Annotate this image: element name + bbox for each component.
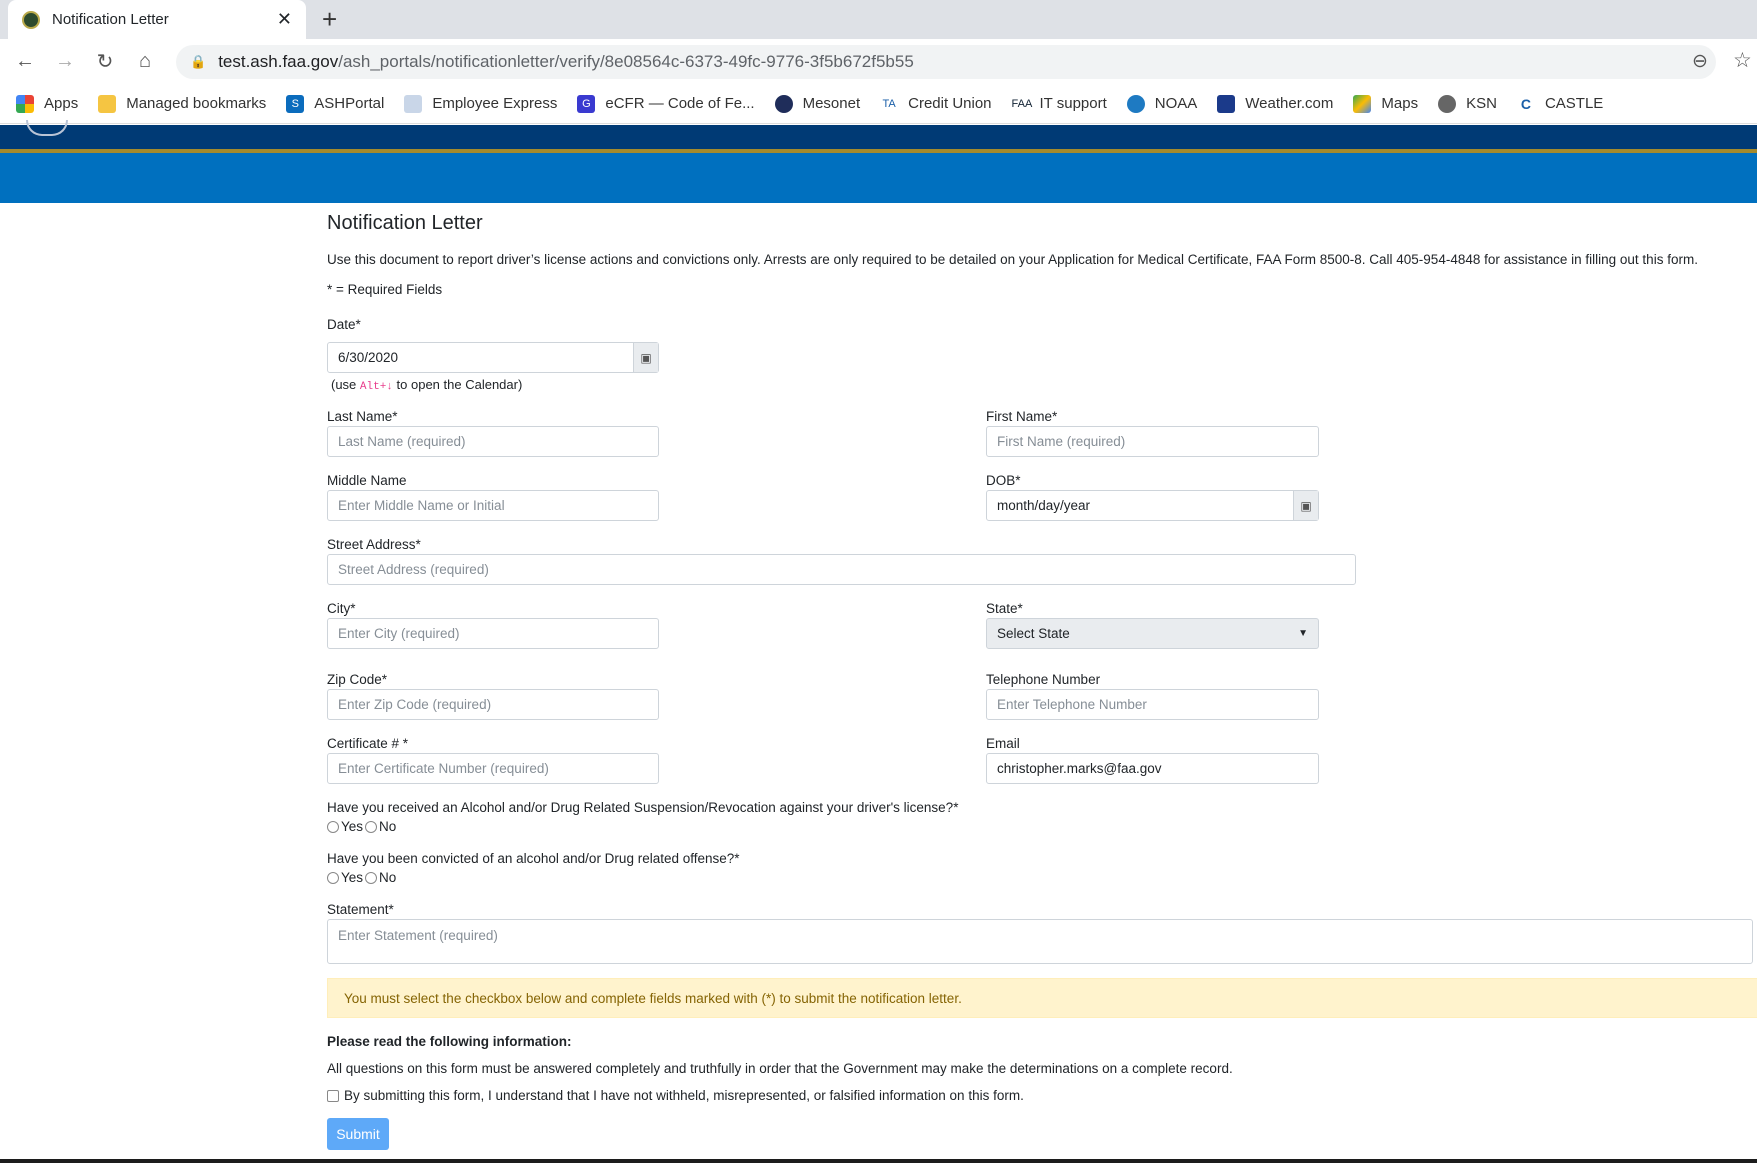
city-input[interactable]: Enter City (required) <box>327 618 659 649</box>
bookmark-ashportal[interactable]: S ASHPortal <box>286 94 384 113</box>
bookmark-apps[interactable]: Apps <box>16 94 78 113</box>
calendar-icon[interactable]: ▣ <box>633 343 658 372</box>
middle-name-label: Middle Name <box>327 473 407 488</box>
date-input[interactable]: 6/30/2020 ▣ <box>327 342 659 373</box>
email-label: Email <box>986 736 1020 751</box>
globe-icon <box>1438 94 1457 113</box>
forward-icon[interactable]: → <box>45 50 85 73</box>
q2-no-radio[interactable] <box>365 871 378 884</box>
q2-yes-radio[interactable] <box>327 871 339 884</box>
required-note: * = Required Fields <box>327 282 443 297</box>
gpo-icon: G <box>577 94 596 113</box>
phone-input[interactable]: Enter Telephone Number <box>986 689 1319 720</box>
close-tab-icon[interactable]: ✕ <box>277 9 292 30</box>
zip-input[interactable]: Enter Zip Code (required) <box>327 689 659 720</box>
bookmark-castle[interactable]: C CASTLE <box>1516 94 1603 113</box>
agree-row: By submitting this form, I understand th… <box>327 1088 1024 1103</box>
zip-label: Zip Code* <box>327 672 388 687</box>
back-icon[interactable]: ← <box>5 50 45 73</box>
tab-title: Notification Letter <box>52 11 169 28</box>
bookmark-ecfr[interactable]: GeCFR — Code of Fe... <box>577 94 755 113</box>
q2-options: Yes No <box>327 870 396 885</box>
browser-tab[interactable]: Notification Letter ✕ <box>8 0 306 39</box>
mesonet-icon <box>774 94 793 113</box>
weather-channel-icon <box>1217 94 1236 113</box>
reload-icon[interactable]: ↻ <box>85 49 125 74</box>
dob-label: DOB* <box>986 473 1021 488</box>
street-input[interactable]: Street Address (required) <box>327 554 1356 585</box>
statement-label: Statement* <box>327 902 394 917</box>
document-icon <box>404 94 423 113</box>
bottom-bar <box>0 1159 1757 1163</box>
zoom-icon[interactable]: ⊖ <box>1692 50 1708 73</box>
q1-yes-radio[interactable] <box>327 820 339 833</box>
city-label: City* <box>327 601 356 616</box>
new-tab-icon[interactable]: + <box>322 4 337 35</box>
intro-text: Use this document to report driver’s lic… <box>327 252 1698 267</box>
keyboard-shortcut: Alt+↓ <box>359 381 393 393</box>
bookmark-noaa[interactable]: NOAA <box>1126 94 1197 113</box>
myfaa-icon: FAA <box>1011 94 1032 113</box>
q1-no-radio[interactable] <box>365 820 378 833</box>
maps-icon <box>1353 94 1372 113</box>
first-name-input[interactable]: First Name (required) <box>986 426 1319 457</box>
date-hint: (use Alt+↓ to open the Calendar) <box>331 377 523 393</box>
last-name-label: Last Name* <box>327 409 398 424</box>
calendar-icon[interactable]: ▣ <box>1293 491 1318 520</box>
middle-name-input[interactable]: Enter Middle Name or Initial <box>327 490 659 521</box>
apps-grid-icon <box>16 94 34 113</box>
read-heading: Please read the following information: <box>327 1034 572 1049</box>
url-host: test.ash.faa.gov <box>218 52 339 71</box>
bookmarks-bar: Apps Managed bookmarks S ASHPortal Employ… <box>0 84 1757 124</box>
dropdown-arrow-icon: ▼ <box>1298 628 1308 639</box>
state-select[interactable]: Select State ▼ <box>986 618 1319 649</box>
bookmark-managed[interactable]: Managed bookmarks <box>98 94 266 113</box>
email-input[interactable]: christopher.marks@faa.gov <box>986 753 1319 784</box>
folder-icon <box>98 94 117 113</box>
state-label: State* <box>986 601 1023 616</box>
lock-icon: 🔒 <box>190 54 207 69</box>
street-label: Street Address* <box>327 537 421 552</box>
read-text: All questions on this form must be answe… <box>327 1061 1233 1076</box>
bookmark-star-icon[interactable]: ☆ <box>1733 48 1752 73</box>
page-title: Notification Letter <box>327 212 483 234</box>
q1-label: Have you received an Alcohol and/or Drug… <box>327 800 959 815</box>
first-name-label: First Name* <box>986 409 1058 424</box>
submit-button[interactable]: Submit <box>327 1118 389 1150</box>
bookmark-weather[interactable]: Weather.com <box>1217 94 1333 113</box>
noaa-icon <box>1126 94 1145 113</box>
url-path: /ash_portals/notificationletter/verify/8… <box>338 52 914 71</box>
bookmark-it-support[interactable]: FAA IT support <box>1011 94 1107 113</box>
phone-label: Telephone Number <box>986 672 1101 687</box>
cert-label: Certificate # * <box>327 736 409 751</box>
bookmark-employee-express[interactable]: Employee Express <box>404 94 557 113</box>
sharepoint-icon: S <box>286 94 305 113</box>
home-icon[interactable]: ⌂ <box>125 50 165 73</box>
castle-icon: C <box>1516 94 1535 113</box>
q2-label: Have you been convicted of an alcohol an… <box>327 851 740 866</box>
credit-union-icon: TA <box>880 94 899 113</box>
site-header <box>0 125 1757 149</box>
cert-input[interactable]: Enter Certificate Number (required) <box>327 753 659 784</box>
address-bar[interactable]: 🔒 test.ash.faa.gov/ash_portals/notificat… <box>176 45 1716 79</box>
warning-alert: You must select the checkbox below and c… <box>327 978 1757 1018</box>
bookmark-mesonet[interactable]: Mesonet <box>774 94 860 113</box>
bookmark-credit-union[interactable]: TA Credit Union <box>880 94 992 113</box>
date-label: Date* <box>327 317 361 332</box>
agree-checkbox[interactable] <box>327 1089 339 1102</box>
last-name-input[interactable]: Last Name (required) <box>327 426 659 457</box>
dob-input[interactable]: month/day/year ▣ <box>986 490 1319 521</box>
header-banner <box>0 153 1757 203</box>
statement-textarea[interactable]: Enter Statement (required) <box>327 919 1753 964</box>
faa-favicon-icon <box>22 10 40 29</box>
bookmark-ksn[interactable]: KSN <box>1438 94 1497 113</box>
q1-options: Yes No <box>327 819 396 834</box>
bookmark-maps[interactable]: Maps <box>1353 94 1418 113</box>
